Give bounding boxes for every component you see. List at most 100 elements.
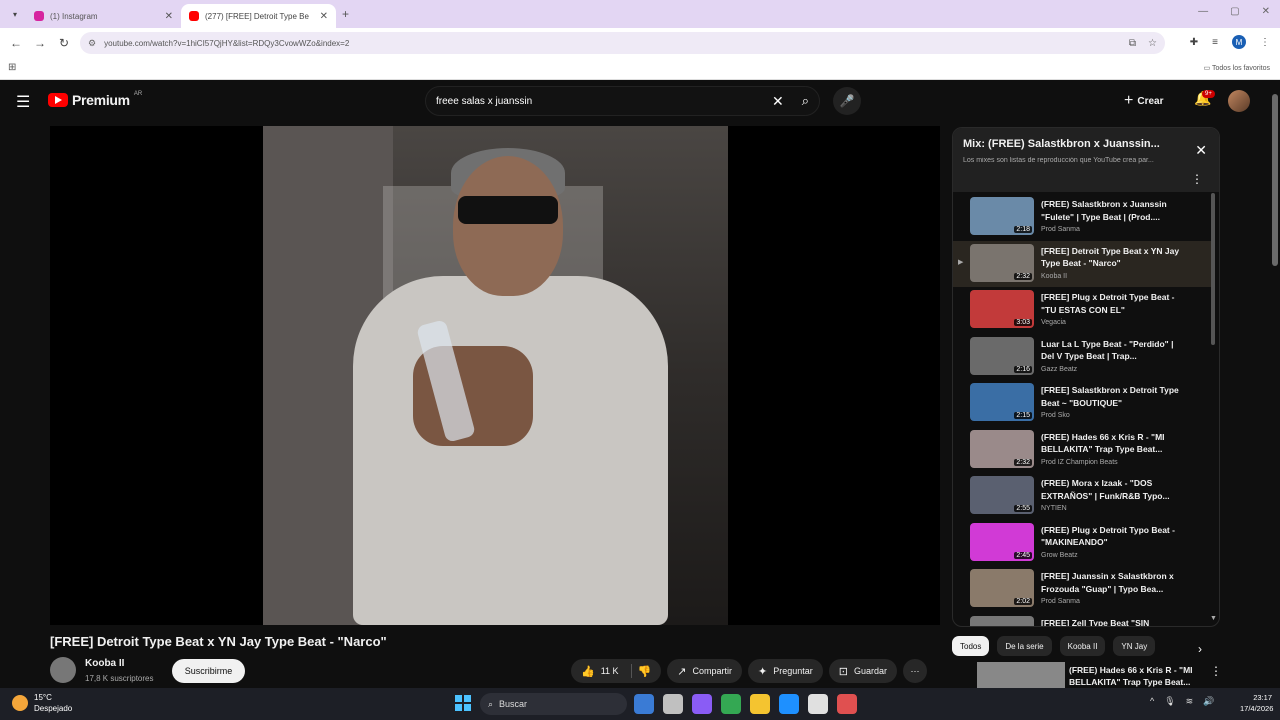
chevron-right-icon[interactable]: ›: [1198, 642, 1202, 656]
all-bookmarks-link[interactable]: ▭ Todos los favoritos: [1204, 64, 1270, 72]
recommendation-title[interactable]: (FREE) Hades 66 x Kris R - "MI BELLAKITA…: [1069, 664, 1199, 688]
playlist-item-title[interactable]: [FREE] Juanssin x Salastkbron x Frozouda…: [1041, 570, 1181, 595]
playlist-item[interactable]: 2:55 (FREE) Mora x Izaak - "DOS EXTRAÑOS"…: [953, 473, 1211, 520]
taskbar-app-icon[interactable]: [779, 694, 799, 714]
subscribe-button[interactable]: Suscribirme: [172, 659, 245, 683]
close-window-icon[interactable]: ✕: [1262, 6, 1270, 17]
minimize-icon[interactable]: —: [1198, 6, 1208, 17]
taskbar-app-icon[interactable]: [750, 694, 770, 714]
playlist-item[interactable]: 3:03 [FREE] Plug x Detroit Type Beat - "T…: [953, 287, 1211, 334]
playlist-item-title[interactable]: [FREE] Plug x Detroit Type Beat - "TU ES…: [1041, 291, 1181, 316]
filter-chip[interactable]: De la serie: [997, 636, 1052, 656]
maximize-icon[interactable]: ▢: [1230, 6, 1239, 17]
playlist-item-title[interactable]: (FREE) Hades 66 x Kris R - "MI BELLAKITA…: [1041, 431, 1181, 456]
clear-search-icon[interactable]: ✕: [772, 93, 784, 110]
filter-chip[interactable]: YN Jay: [1113, 636, 1156, 656]
recommendation-more-icon[interactable]: ⋮: [1210, 664, 1222, 678]
tab-youtube[interactable]: (277) [FREE] Detroit Type Be ✕: [181, 4, 336, 28]
voice-search-icon[interactable]: 🎤: [833, 87, 861, 115]
playlist-item-title[interactable]: (FREE) Mora x Izaak - "DOS EXTRAÑOS" | F…: [1041, 477, 1181, 502]
close-tab-icon[interactable]: ✕: [320, 11, 328, 22]
video-player[interactable]: [50, 126, 940, 625]
playlist-item-title[interactable]: Luar La L Type Beat - "Perdido" | Del V …: [1041, 338, 1181, 363]
search-icon[interactable]: ⌕: [802, 93, 809, 109]
playlist-item-title[interactable]: [FREE] Salastkbron x Detroit Type Beat ~…: [1041, 384, 1181, 409]
playlist-item-thumbnail[interactable]: 2:02: [970, 569, 1034, 607]
channel-avatar[interactable]: [50, 657, 76, 683]
playlist-item[interactable]: 2:15 [FREE] Salastkbron x Detroit Type Be…: [953, 380, 1211, 427]
close-playlist-icon[interactable]: ✕: [1195, 142, 1207, 159]
playlist-item-thumbnail[interactable]: 2:18: [970, 197, 1034, 235]
playlist-item[interactable]: 2:02 [FREE] Juanssin x Salastkbron x Froz…: [953, 566, 1211, 613]
playlist-item[interactable]: 2:18 (FREE) Salastkbron x Juanssin "Fulet…: [953, 194, 1211, 241]
tab-instagram[interactable]: (1) Instagram ✕: [26, 4, 181, 28]
recommendation-thumbnail[interactable]: [977, 662, 1065, 688]
playlist-item-thumbnail[interactable]: 2:32: [970, 243, 1034, 282]
hamburger-menu-icon[interactable]: ☰: [16, 92, 30, 112]
playlist-item[interactable]: 2:45 (FREE) Plug x Detroit Typo Beat - "M…: [953, 520, 1211, 567]
start-button-icon[interactable]: [455, 695, 471, 711]
bookmark-star-icon[interactable]: ☆: [1148, 38, 1157, 49]
like-button[interactable]: 👍 11 K 👎: [571, 659, 662, 683]
playlist-item-thumbnail[interactable]: [970, 615, 1034, 626]
chevron-up-icon[interactable]: ^: [1150, 696, 1154, 707]
address-bar[interactable]: ⚙ youtube.com/watch?v=1hiCI57QjHY&list=R…: [80, 32, 1165, 54]
playlist-item[interactable]: [FREE] Zell Type Beat "SIN: [953, 613, 1211, 627]
filter-chip[interactable]: Kooba II: [1059, 636, 1106, 656]
share-button[interactable]: ↗ Compartir: [667, 659, 742, 683]
wifi-icon[interactable]: ≋: [1186, 696, 1194, 707]
filter-chip[interactable]: Todos: [952, 636, 990, 656]
taskbar-app-icon[interactable]: [663, 694, 683, 714]
ask-button[interactable]: ✦ Preguntar: [748, 659, 823, 683]
playlist-item-thumbnail[interactable]: 2:15: [970, 383, 1034, 421]
new-tab-icon[interactable]: +: [342, 7, 349, 21]
playlist-item-title[interactable]: [FREE] Zell Type Beat "SIN: [1041, 617, 1181, 627]
clock[interactable]: 23:17 17/4/2026: [1240, 692, 1273, 714]
playlist-title[interactable]: Mix: (FREE) Salastkbron x Juanssin...: [963, 138, 1183, 150]
search-box[interactable]: freee salas x juanssin ✕ ⌕: [425, 86, 820, 116]
playlist-item-thumbnail[interactable]: 2:55: [970, 476, 1034, 514]
volume-icon[interactable]: 🔊: [1203, 696, 1214, 707]
reload-icon[interactable]: ↻: [52, 36, 76, 50]
playlist-item-thumbnail[interactable]: 2:32: [970, 429, 1034, 468]
site-info-icon[interactable]: ⚙: [88, 38, 96, 49]
playlist-more-icon[interactable]: ⋮: [1191, 172, 1203, 186]
playlist-item-thumbnail[interactable]: 2:45: [970, 522, 1034, 561]
tab-search-icon[interactable]: ▾: [4, 3, 26, 25]
youtube-premium-logo[interactable]: Premium AR: [48, 91, 142, 108]
back-icon[interactable]: ←: [4, 36, 28, 50]
close-tab-icon[interactable]: ✕: [165, 11, 173, 22]
search-input[interactable]: freee salas x juanssin: [436, 96, 772, 107]
playlist-scrollbar[interactable]: [1211, 193, 1215, 345]
taskbar-app-icon[interactable]: [837, 694, 857, 714]
channel-name[interactable]: Kooba II: [85, 658, 124, 669]
playlist-item[interactable]: 2:16 Luar La L Type Beat - "Perdido" | De…: [953, 334, 1211, 381]
account-avatar[interactable]: [1228, 90, 1250, 112]
taskbar-search[interactable]: ⌕ Buscar: [480, 693, 627, 715]
apps-grid-icon[interactable]: ⊞: [8, 62, 16, 73]
weather-widget[interactable]: 15°C Despejado: [12, 692, 72, 714]
taskbar-app-icon[interactable]: [692, 694, 712, 714]
thumbs-down-icon[interactable]: 👎: [638, 665, 652, 678]
forward-icon[interactable]: →: [28, 36, 52, 50]
create-button[interactable]: + Crear: [1124, 92, 1163, 110]
playlist-item-thumbnail[interactable]: 2:16: [970, 336, 1034, 375]
playlist-item-title[interactable]: (FREE) Salastkbron x Juanssin "Fulete" |…: [1041, 198, 1181, 223]
install-icon[interactable]: ⧉: [1129, 38, 1136, 49]
menu-icon[interactable]: ⋮: [1260, 37, 1270, 48]
extensions-icon[interactable]: ✚: [1190, 37, 1198, 48]
taskbar-app-icon[interactable]: [721, 694, 741, 714]
playlist-item[interactable]: 2:32 (FREE) Hades 66 x Kris R - "MI BELLA…: [953, 427, 1211, 474]
scroll-down-icon[interactable]: ▼: [1210, 615, 1217, 622]
playlist-item-title[interactable]: (FREE) Plug x Detroit Typo Beat - "MAKIN…: [1041, 524, 1181, 549]
profile-avatar[interactable]: M: [1232, 35, 1246, 49]
taskbar-app-icon[interactable]: [634, 694, 654, 714]
save-button[interactable]: ⊡ Guardar: [828, 659, 897, 683]
playlist-item-thumbnail[interactable]: 3:03: [970, 290, 1034, 328]
microphone-icon[interactable]: 🎙: [1164, 696, 1175, 707]
page-scrollbar[interactable]: [1272, 94, 1278, 266]
playlist-item[interactable]: ▶ 2:32 [FREE] Detroit Type Beat x YN Jay T…: [953, 240, 1211, 287]
playlist-item-title[interactable]: [FREE] Detroit Type Beat x YN Jay Type B…: [1041, 245, 1181, 270]
media-icon[interactable]: ≡: [1212, 37, 1218, 48]
more-actions-button[interactable]: ⋯: [903, 659, 927, 683]
